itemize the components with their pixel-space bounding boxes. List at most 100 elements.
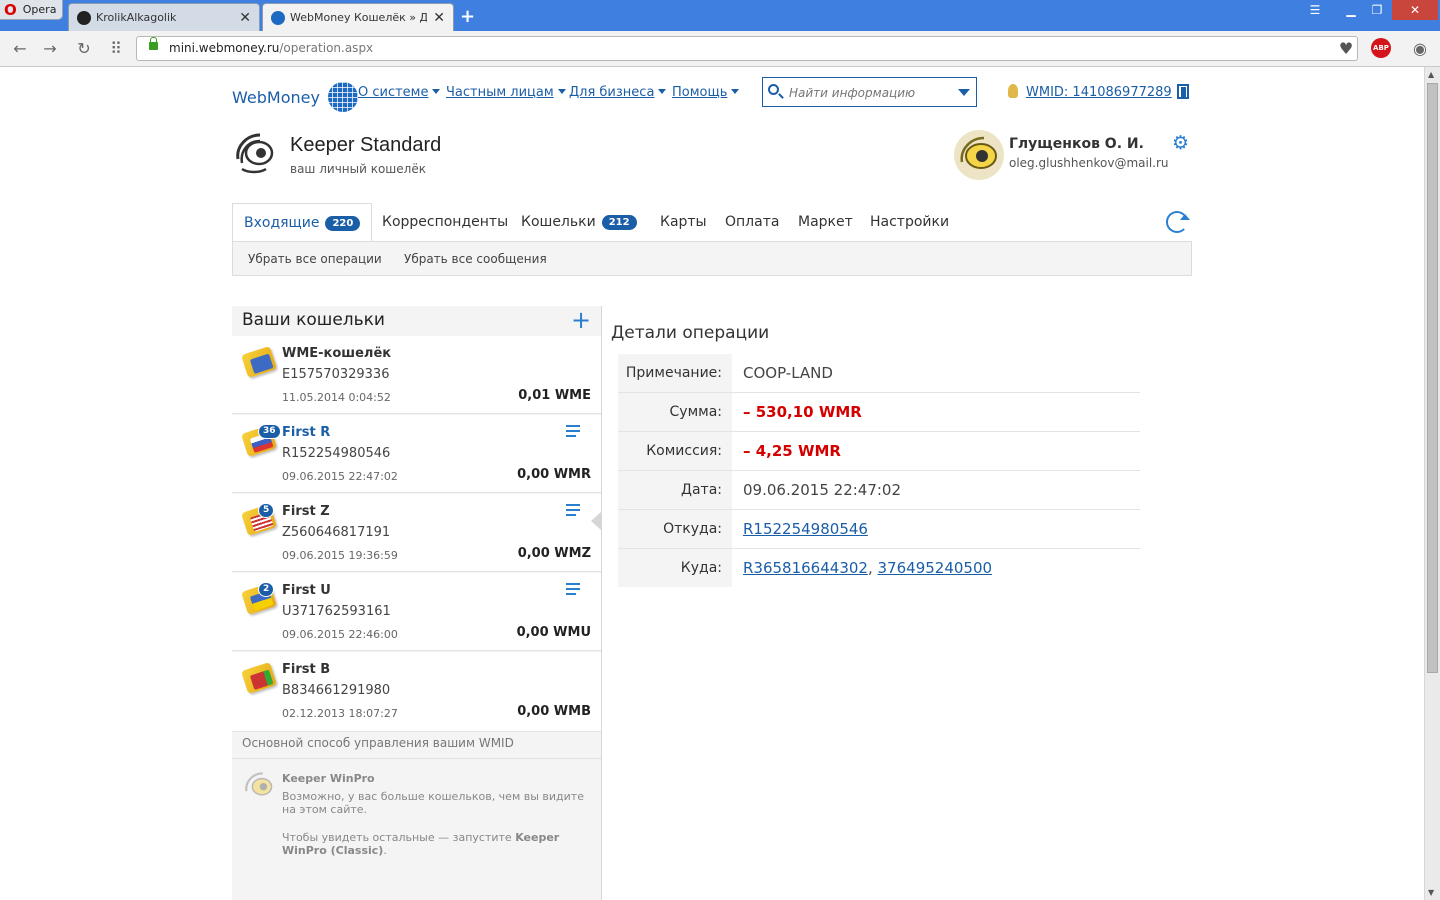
- detail-value: – 4,25 WMR: [743, 442, 841, 460]
- tab-incoming-badge: 220: [325, 216, 361, 231]
- main-tabs: Входящие 220 Корреспонденты Кошельки 212 К…: [232, 203, 1192, 241]
- tab-payment[interactable]: Оплата: [725, 203, 779, 241]
- detail-label: Куда:: [618, 549, 732, 587]
- scrollbar-thumb[interactable]: [1427, 83, 1438, 673]
- opera-logo-icon: O: [4, 0, 17, 19]
- wallets-panel: Ваши кошельки + WME-кошелёк E15757032933…: [232, 306, 602, 900]
- keeper-title: Keeper Standard: [290, 134, 442, 156]
- new-tab-button[interactable]: +: [460, 6, 475, 27]
- tab-wallets-label: Кошельки: [521, 214, 596, 230]
- scroll-down-icon[interactable]: ▼: [1428, 888, 1434, 897]
- tab-menu-icon[interactable]: ☰: [1302, 0, 1328, 20]
- restore-icon[interactable]: ❐: [1366, 0, 1388, 20]
- operations-list-icon[interactable]: [566, 583, 582, 597]
- operation-details-table: Примечание: COOP-LAND Сумма: – 530,10 WM…: [618, 354, 1140, 588]
- minimize-icon[interactable]: ▁: [1340, 0, 1362, 20]
- avatar[interactable]: [954, 130, 1004, 180]
- account-icon[interactable]: ◉: [1408, 37, 1432, 61]
- browser-navbar: ← → ↻ ⠿ mini.webmoney.ru/operation.aspx …: [0, 31, 1440, 67]
- search-icon[interactable]: [768, 84, 779, 95]
- tab-close-icon[interactable]: ✕: [433, 10, 445, 26]
- wallet-item-wmr[interactable]: 36 First R R152254980546 09.06.2015 22:4…: [232, 415, 601, 493]
- tab-close-icon[interactable]: ✕: [239, 10, 251, 26]
- wallets-panel-title: Ваши кошельки: [242, 310, 385, 330]
- detail-value: COOP-LAND: [743, 364, 833, 382]
- tab-correspondents[interactable]: Корреспонденты: [382, 203, 508, 241]
- nav-help[interactable]: Помощь: [672, 85, 740, 100]
- wallet-item-wme[interactable]: WME-кошелёк E157570329336 11.05.2014 0:0…: [232, 336, 601, 414]
- tab-incoming[interactable]: Входящие 220: [232, 203, 373, 241]
- adblock-icon[interactable]: ABP: [1371, 38, 1391, 58]
- tab-title: KrolikAlkagolik: [96, 11, 177, 24]
- tab-cards[interactable]: Карты: [660, 203, 707, 241]
- heart-icon[interactable]: ♥: [1334, 37, 1358, 61]
- nav-business-label: Для бизнеса: [569, 85, 655, 100]
- nav-individuals[interactable]: Частным лицам: [446, 85, 566, 100]
- to-wmid-link[interactable]: 376495240500: [878, 559, 993, 577]
- gear-icon[interactable]: ⚙: [1172, 134, 1190, 153]
- reload-icon[interactable]: ↻: [72, 37, 96, 61]
- wallet-item-wmu[interactable]: 2 First U U371762593161 09.06.2015 22:46…: [232, 573, 601, 651]
- opera-menu-button[interactable]: O Opera: [0, 0, 63, 20]
- site-search: [762, 77, 977, 107]
- tab-payment-label: Оплата: [725, 214, 780, 230]
- wallet-badge: 2: [258, 582, 275, 597]
- link-separator: ,: [867, 559, 873, 577]
- speed-dial-icon[interactable]: ⠿: [104, 37, 128, 61]
- detail-value: R365816644302, 376495240500: [743, 549, 992, 587]
- remove-all-messages-button[interactable]: Убрать все сообщения: [404, 252, 547, 266]
- tab-incoming-label: Входящие: [244, 215, 320, 231]
- detail-label: Откуда:: [618, 510, 732, 548]
- tab-settings-label: Настройки: [870, 214, 950, 230]
- details-title: Детали операции: [611, 323, 770, 343]
- close-window-icon[interactable]: ✕: [1392, 0, 1438, 20]
- wallet-item-wmz[interactable]: 5 First Z Z560646817191 09.06.2015 19:36…: [232, 494, 601, 572]
- address-bar[interactable]: mini.webmoney.ru/operation.aspx: [136, 36, 1358, 61]
- nav-about[interactable]: О системе: [358, 85, 441, 100]
- logout-icon[interactable]: [1177, 84, 1189, 99]
- wallet-item-wmb[interactable]: First B B834661291980 02.12.2013 18:07:2…: [232, 652, 601, 732]
- tab-wallets[interactable]: Кошельки 212: [521, 203, 637, 241]
- opera-menu-label: Opera: [22, 3, 57, 16]
- wallet-name: First Z: [282, 504, 330, 519]
- operations-list-icon[interactable]: [566, 425, 582, 439]
- search-dropdown-icon[interactable]: [958, 89, 970, 96]
- search-input[interactable]: [787, 82, 951, 104]
- wallet-name: First R: [282, 425, 331, 440]
- management-heading: Основной способ управления вашим WMID: [242, 736, 514, 750]
- tab-webmoney[interactable]: WebMoney Кошелёк » Детали операции ✕: [262, 3, 454, 31]
- user-name: Глущенков О. И.: [1009, 136, 1144, 152]
- nav-business[interactable]: Для бизнеса: [569, 85, 667, 100]
- wallet-number: Z560646817191: [282, 525, 391, 540]
- management-hint-post: .: [383, 844, 387, 857]
- refresh-icon[interactable]: [1166, 211, 1190, 233]
- tab-market[interactable]: Маркет: [798, 203, 853, 241]
- forward-icon[interactable]: →: [38, 37, 62, 61]
- wallet-number: U371762593161: [282, 604, 391, 619]
- keeper-subtitle: ваш личный кошелёк: [290, 162, 426, 176]
- tab-wallets-badge: 212: [601, 215, 637, 230]
- tab-settings[interactable]: Настройки: [870, 203, 949, 241]
- from-wallet-link[interactable]: R152254980546: [743, 520, 868, 538]
- globe-icon: [327, 82, 358, 112]
- operations-list-icon[interactable]: [566, 504, 582, 518]
- caret-down-icon: [557, 89, 566, 94]
- wallet-euro-icon: [241, 345, 277, 379]
- wallet-date: 09.06.2015 22:46:00: [282, 628, 398, 641]
- back-icon[interactable]: ←: [8, 37, 32, 61]
- tab-krolik[interactable]: KrolikAlkagolik ✕: [68, 3, 260, 31]
- user-email: oleg.glushhenkov@mail.ru: [1009, 156, 1169, 170]
- wallet-name: First U: [282, 583, 331, 598]
- tab-actions-bar: Убрать все операции Убрать все сообщения: [232, 241, 1192, 276]
- remove-all-operations-button[interactable]: Убрать все операции: [248, 252, 382, 266]
- wallet-badge: 36: [258, 424, 281, 439]
- to-wallet-link[interactable]: R365816644302: [743, 559, 868, 577]
- keeper-winpro-icon: [245, 772, 273, 796]
- lock-icon: [149, 37, 158, 50]
- wmid-link[interactable]: WMID: 141086977289: [1026, 85, 1172, 100]
- scroll-up-icon[interactable]: ▲: [1428, 70, 1434, 79]
- page-scrollbar[interactable]: ▲ ▼: [1424, 67, 1440, 900]
- webmoney-logo[interactable]: WebMoney: [232, 82, 358, 112]
- detail-row-note: Примечание: COOP-LAND: [618, 354, 1140, 393]
- add-wallet-icon[interactable]: +: [571, 308, 591, 332]
